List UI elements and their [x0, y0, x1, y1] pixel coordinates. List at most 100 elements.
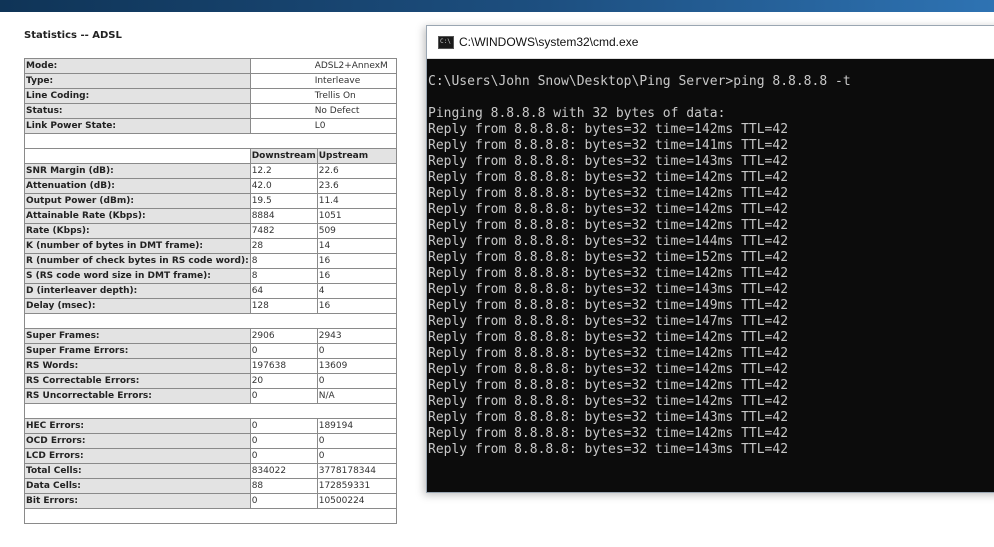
console-reply-line: Reply from 8.8.8.8: bytes=32 time=142ms … [428, 122, 789, 137]
downstream-value: 0 [249, 448, 318, 464]
upstream-header: Upstream [316, 148, 397, 164]
stat-row: Super Frame Errors: 0 0 [24, 343, 397, 359]
console-reply-line: Reply from 8.8.8.8: bytes=32 time=142ms … [428, 394, 789, 409]
downstream-value: 0 [249, 343, 318, 359]
upstream-value: 189194 [316, 418, 397, 434]
stat-label: OCD Errors: [24, 433, 251, 449]
console-reply-line: Reply from 8.8.8.8: bytes=32 time=142ms … [428, 266, 789, 281]
downstream-value: 0 [249, 388, 318, 404]
downstream-header: Downstream [249, 148, 318, 164]
stat-label: Data Cells: [24, 478, 251, 494]
downstream-value: 0 [249, 493, 318, 509]
upstream-value: 16 [316, 298, 397, 314]
upstream-value: 2943 [316, 328, 397, 344]
console-reply-line: Reply from 8.8.8.8: bytes=32 time=143ms … [428, 154, 789, 169]
downstream-value: 20 [249, 373, 318, 389]
console-reply-line: Reply from 8.8.8.8: bytes=32 time=142ms … [428, 426, 789, 441]
stat-row: Output Power (dBm): 19.5 11.4 [24, 193, 397, 209]
stat-row: Attainable Rate (Kbps): 8884 1051 [24, 208, 397, 224]
upstream-value: 0 [316, 373, 397, 389]
console-reply-line: Reply from 8.8.8.8: bytes=32 time=142ms … [428, 218, 789, 233]
spacer-row [24, 403, 397, 419]
stat-label: Super Frame Errors: [24, 343, 251, 359]
console-reply-line: Reply from 8.8.8.8: bytes=32 time=142ms … [428, 170, 789, 185]
downstream-value: 28 [249, 238, 318, 254]
stat-row: RS Uncorrectable Errors: 0 N/A [24, 388, 397, 404]
stat-label: S (RS code word size in DMT frame): [24, 268, 251, 284]
stat-row: HEC Errors: 0 189194 [24, 418, 397, 434]
downstream-value: 0 [249, 433, 318, 449]
info-value: Interleave [249, 73, 397, 89]
console-reply-line: Reply from 8.8.8.8: bytes=32 time=142ms … [428, 378, 789, 393]
adsl-stats-table: Mode: ADSL2+AnnexM Type: Interleave Line Cod… [24, 58, 397, 524]
console-reply-line: Reply from 8.8.8.8: bytes=32 time=142ms … [428, 362, 789, 377]
stat-row: D (interleaver depth): 64 4 [24, 283, 397, 299]
stat-label: Rate (Kbps): [24, 223, 251, 239]
downstream-value: 8 [249, 268, 318, 284]
info-label: Status: [24, 103, 251, 119]
info-row: Link Power State: L0 [24, 118, 397, 134]
console-reply-line: Reply from 8.8.8.8: bytes=32 time=142ms … [428, 186, 789, 201]
stat-row: Super Frames: 2906 2943 [24, 328, 397, 344]
downstream-value: 197638 [249, 358, 318, 374]
downstream-value: 128 [249, 298, 318, 314]
console-reply-line: Reply from 8.8.8.8: bytes=32 time=142ms … [428, 330, 789, 345]
console-reply-line: Reply from 8.8.8.8: bytes=32 time=144ms … [428, 234, 789, 249]
spacer-row [24, 508, 397, 524]
stat-label: Attainable Rate (Kbps): [24, 208, 251, 224]
stat-row: S (RS code word size in DMT frame): 8 16 [24, 268, 397, 284]
top-banner [0, 0, 994, 12]
upstream-value: 3778178344 [316, 463, 397, 479]
info-label: Mode: [24, 58, 251, 74]
downstream-value: 19.5 [249, 193, 318, 209]
stat-row: Attenuation (dB): 42.0 23.6 [24, 178, 397, 194]
downstream-value: 8884 [249, 208, 318, 224]
stat-row: K (number of bytes in DMT frame): 28 14 [24, 238, 397, 254]
console-reply-line: Reply from 8.8.8.8: bytes=32 time=149ms … [428, 298, 789, 313]
console-reply-line: Reply from 8.8.8.8: bytes=32 time=143ms … [428, 410, 789, 425]
info-label: Line Coding: [24, 88, 251, 104]
stat-label: RS Words: [24, 358, 251, 374]
stat-label: D (interleaver depth): [24, 283, 251, 299]
page-title: Statistics -- ADSL [24, 30, 122, 41]
upstream-value: 13609 [316, 358, 397, 374]
stat-label: Attenuation (dB): [24, 178, 251, 194]
cmd-titlebar[interactable]: C:\ C:\WINDOWS\system32\cmd.exe [427, 26, 994, 59]
window-title: C:\WINDOWS\system32\cmd.exe [459, 35, 639, 49]
spacer-row [24, 133, 397, 149]
stat-row: OCD Errors: 0 0 [24, 433, 397, 449]
info-label: Type: [24, 73, 251, 89]
spacer-cell [24, 313, 397, 329]
router-stats-page: Statistics -- ADSL Mode: ADSL2+AnnexM Type… [0, 12, 426, 547]
stat-row: Bit Errors: 0 10500224 [24, 493, 397, 509]
info-row: Mode: ADSL2+AnnexM [24, 58, 397, 74]
console-output[interactable]: C:\Users\John Snow\Desktop\Ping Server>p… [427, 59, 994, 492]
info-row: Line Coding: Trellis On [24, 88, 397, 104]
stat-row: Delay (msec): 128 16 [24, 298, 397, 314]
cmd-app-icon: C:\ [438, 36, 454, 49]
downstream-value: 7482 [249, 223, 318, 239]
upstream-value: 22.6 [316, 163, 397, 179]
stat-label: RS Correctable Errors: [24, 373, 251, 389]
stat-label: Output Power (dBm): [24, 193, 251, 209]
downstream-value: 834022 [249, 463, 318, 479]
info-value: Trellis On [249, 88, 397, 104]
upstream-value: 23.6 [316, 178, 397, 194]
downstream-value: 8 [249, 253, 318, 269]
column-header-row: Downstream Upstream [24, 148, 397, 164]
console-prompt-line: C:\Users\John Snow\Desktop\Ping Server>p… [428, 74, 851, 89]
cmd-icon-text: C:\ [440, 38, 451, 45]
spacer-cell [24, 133, 397, 149]
stat-label: K (number of bytes in DMT frame): [24, 238, 251, 254]
console-reply-line: Reply from 8.8.8.8: bytes=32 time=141ms … [428, 138, 789, 153]
console-pinging-line: Pinging 8.8.8.8 with 32 bytes of data: [428, 106, 726, 121]
stat-row: Total Cells: 834022 3778178344 [24, 463, 397, 479]
upstream-value: 4 [316, 283, 397, 299]
stat-label: Total Cells: [24, 463, 251, 479]
stat-row: RS Words: 197638 13609 [24, 358, 397, 374]
stat-row: LCD Errors: 0 0 [24, 448, 397, 464]
header-empty-cell [24, 148, 251, 164]
cmd-window[interactable]: C:\ C:\WINDOWS\system32\cmd.exe C:\Users… [426, 25, 994, 493]
upstream-value: 172859331 [316, 478, 397, 494]
downstream-value: 64 [249, 283, 318, 299]
